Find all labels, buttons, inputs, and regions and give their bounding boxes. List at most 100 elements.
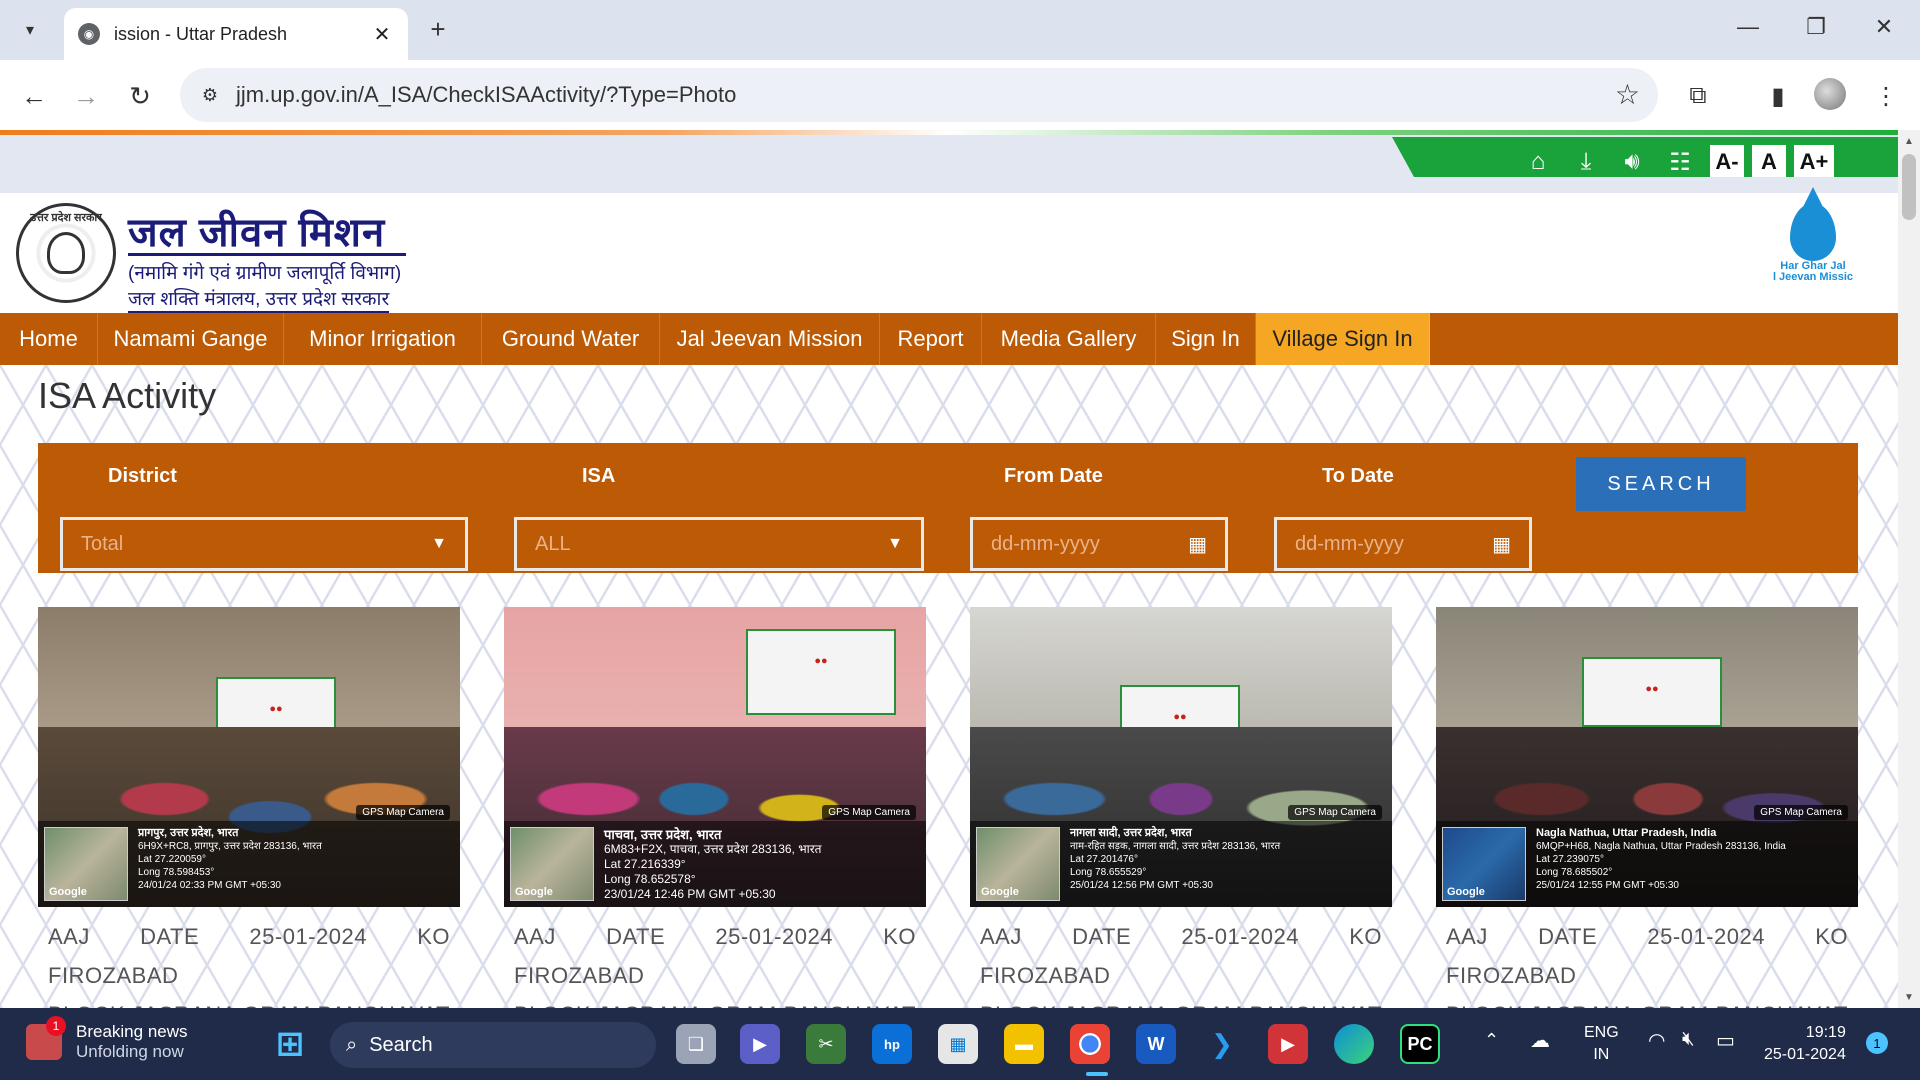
taskbar-search[interactable]: ⌕ Search	[330, 1022, 656, 1068]
activity-photo[interactable]: ●● GPS Map Camera Google नागला सादी, उत्…	[970, 607, 1392, 907]
close-tab-icon[interactable]: ✕	[370, 22, 394, 47]
audio-icon[interactable]: 🔊︎	[1614, 147, 1650, 177]
media-player-icon[interactable]: ▶	[1268, 1024, 1308, 1064]
font-decrease-button[interactable]: A-	[1710, 145, 1744, 177]
extensions-icon[interactable]: ⧉	[1680, 78, 1716, 114]
clock[interactable]: 19:19 25-01-2024	[1764, 1022, 1846, 1066]
geo-line-2: नाम-रहित सड़क, नागला सादी, उत्तर प्रदेश …	[1070, 841, 1281, 852]
myhp-icon[interactable]: hp	[872, 1024, 912, 1064]
menu-village-sign-in[interactable]: Village Sign In	[1256, 313, 1430, 365]
menu-minor-irrigation[interactable]: Minor Irrigation	[284, 313, 482, 365]
reload-button[interactable]: ↻	[120, 76, 160, 116]
menu-namami-gange[interactable]: Namami Gange	[98, 313, 284, 365]
activity-photo[interactable]: ●● GPS Map Camera Google पाचवा, उत्तर प्…	[504, 607, 926, 907]
activity-card[interactable]: ●● GPS Map Camera Google पाचवा, उत्तर प्…	[504, 607, 926, 1008]
card-caption-line-1: AAJ DATE 25-01-2024 KO FIROZABAD	[514, 924, 916, 988]
from-date-label: From Date	[1004, 465, 1103, 487]
activity-photo[interactable]: ●● GPS Map Camera Google Nagla Nathua, U…	[1436, 607, 1858, 907]
scroll-down-arrow-icon[interactable]: ▼	[1898, 986, 1920, 1008]
news-widget[interactable]: 1 Breaking news Unfolding now	[26, 1016, 188, 1062]
water-drop-icon	[1790, 187, 1836, 261]
cloud-icon[interactable]: ☁	[1530, 1028, 1550, 1053]
font-normal-button[interactable]: A	[1752, 145, 1786, 177]
file-explorer-icon[interactable]: ▬	[1004, 1024, 1044, 1064]
url-text[interactable]: jjm.up.gov.in/A_ISA/CheckISAActivity/?Ty…	[236, 82, 736, 108]
bookmark-star-icon[interactable]: ☆	[1615, 78, 1640, 111]
from-date-placeholder: dd-mm-yyyy	[991, 532, 1100, 555]
gps-camera-label: GPS Map Camera	[356, 805, 450, 820]
language-indicator[interactable]: ENG IN	[1584, 1022, 1619, 1066]
menu-media-gallery[interactable]: Media Gallery	[982, 313, 1156, 365]
title-underline	[128, 253, 406, 256]
restore-button[interactable]: ❐	[1796, 14, 1836, 40]
menu-report[interactable]: Report	[880, 313, 982, 365]
vscode-icon[interactable]: ❯	[1202, 1024, 1242, 1064]
geo-line-5: 23/01/24 12:46 PM GMT +05:30	[604, 887, 776, 901]
search-icon: ⌕	[346, 1033, 358, 1056]
tab-search-button[interactable]: ▾	[10, 12, 50, 48]
microsoft-store-icon[interactable]: ▦	[938, 1024, 978, 1064]
battery-icon[interactable]: ▭	[1716, 1028, 1735, 1053]
menu-ground-water[interactable]: Ground Water	[482, 313, 660, 365]
district-select[interactable]: Total ▼	[60, 517, 468, 571]
calendar-icon[interactable]: ▦	[1492, 532, 1511, 557]
site-info-icon[interactable]: ⚙	[194, 80, 226, 110]
forward-button[interactable]: →	[66, 76, 106, 116]
new-tab-button[interactable]: +	[420, 14, 456, 45]
edge-icon[interactable]	[1334, 1024, 1374, 1064]
map-thumbnail: Google	[976, 827, 1060, 901]
gps-overlay: GPS Map Camera Google प्रागपुर, उत्तर प्…	[38, 805, 460, 907]
to-date-input[interactable]: dd-mm-yyyy ▦	[1274, 517, 1532, 571]
snip-tool-icon[interactable]: ✂	[806, 1024, 846, 1064]
home-icon[interactable]: ⌂	[1520, 147, 1556, 177]
scroll-thumb[interactable]	[1902, 154, 1916, 220]
activity-card[interactable]: ●● GPS Map Camera Google Nagla Nathua, U…	[1436, 607, 1858, 1008]
notification-badge[interactable]: 1	[1866, 1032, 1888, 1054]
from-date-input[interactable]: dd-mm-yyyy ▦	[970, 517, 1228, 571]
menu-kebab-icon[interactable]: ⋮	[1868, 78, 1904, 114]
scroll-up-arrow-icon[interactable]: ▲	[1898, 130, 1920, 152]
pycharm-icon[interactable]: PC	[1400, 1024, 1440, 1064]
calendar-icon[interactable]: ▦	[1188, 532, 1207, 557]
gps-camera-label: GPS Map Camera	[822, 805, 916, 820]
task-view-icon[interactable]: ❏	[676, 1024, 716, 1064]
map-thumbnail: Google	[510, 827, 594, 901]
teams-icon[interactable]: ▶	[740, 1024, 780, 1064]
start-windows-icon[interactable]: ⊞	[270, 1024, 310, 1064]
sitemap-icon[interactable]: ☷	[1662, 147, 1698, 177]
menu-sign-in[interactable]: Sign In	[1156, 313, 1256, 365]
side-panel-icon[interactable]: ▮	[1760, 78, 1796, 114]
minimize-button[interactable]: —	[1728, 14, 1768, 40]
map-label: Google	[981, 886, 1019, 898]
font-increase-button[interactable]: A+	[1794, 145, 1834, 177]
profile-avatar[interactable]	[1814, 78, 1846, 110]
menu-home[interactable]: Home	[0, 313, 98, 365]
geo-info: Nagla Nathua, Uttar Pradesh, India 6MQP+…	[1536, 827, 1786, 892]
geo-line-4: Long 78.685502°	[1536, 867, 1613, 878]
download-icon[interactable]: ⤓	[1568, 147, 1604, 177]
chrome-icon[interactable]	[1070, 1024, 1110, 1064]
page-scrollbar[interactable]	[1898, 130, 1920, 1008]
volume-muted-icon[interactable]: 🔇︎	[1682, 1028, 1695, 1051]
card-caption-line-1: AAJ DATE 25-01-2024 KO FIROZABAD	[980, 924, 1382, 988]
browser-tab[interactable]: ◉ ission - Uttar Pradesh ✕	[64, 8, 408, 60]
geo-line-1: पाचवा, उत्तर प्रदेश, भारत	[604, 827, 722, 842]
search-button[interactable]: SEARCH	[1576, 457, 1746, 511]
word-icon[interactable]: W	[1136, 1024, 1176, 1064]
wifi-icon[interactable]: ◠	[1648, 1028, 1665, 1053]
geo-line-2: 6H9X+RC8, प्रागपुर, उत्तर प्रदेश 283136,…	[138, 841, 322, 852]
close-window-button[interactable]: ✕	[1864, 14, 1904, 40]
menu-jal-jeevan-mission[interactable]: Jal Jeevan Mission	[660, 313, 880, 365]
geo-line-4: Long 78.652578°	[604, 872, 696, 886]
tray-overflow-icon[interactable]: ⌃	[1484, 1030, 1499, 1051]
site-subtitle-1: (नमामि गंगे एवं ग्रामीण जलापूर्ति विभाग)	[128, 263, 402, 284]
map-thumbnail: Google	[44, 827, 128, 901]
to-date-placeholder: dd-mm-yyyy	[1295, 532, 1404, 555]
back-button[interactable]: ←	[14, 76, 54, 116]
address-bar[interactable]: ⚙ jjm.up.gov.in/A_ISA/CheckISAActivity/?…	[180, 68, 1658, 122]
activity-card[interactable]: ●● GPS Map Camera Google नागला सादी, उत्…	[970, 607, 1392, 1008]
isa-select[interactable]: ALL ▼	[514, 517, 924, 571]
activity-card[interactable]: ●● GPS Map Camera Google प्रागपुर, उत्तर…	[38, 607, 460, 1008]
map-label: Google	[49, 886, 87, 898]
activity-photo[interactable]: ●● GPS Map Camera Google प्रागपुर, उत्तर…	[38, 607, 460, 907]
